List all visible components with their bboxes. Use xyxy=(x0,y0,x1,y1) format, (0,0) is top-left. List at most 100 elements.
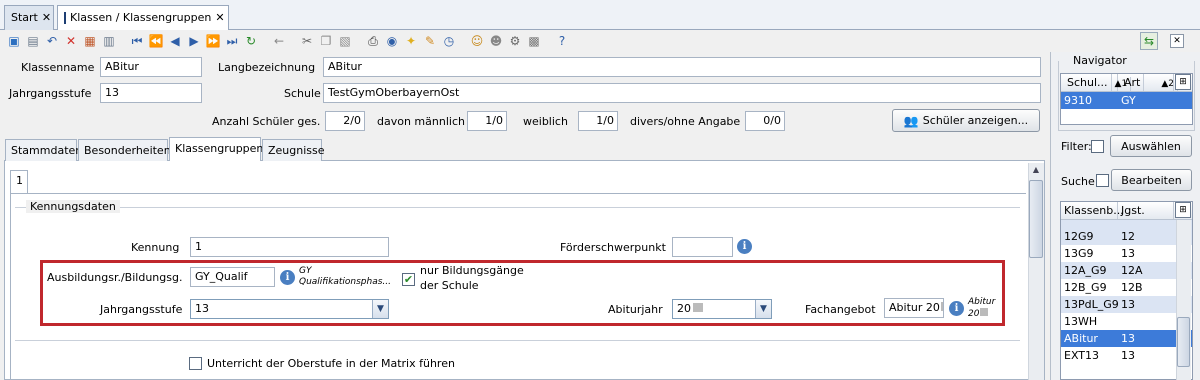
class-list-row[interactable]: 12A_G9 12A xyxy=(1061,262,1192,279)
new-icon[interactable]: ▣ xyxy=(6,33,22,49)
class-list-row[interactable]: 12B_G9 12B xyxy=(1061,279,1192,296)
tab-stammdaten[interactable]: Stammdaten xyxy=(5,139,82,161)
prev-page-icon[interactable]: ⏪ xyxy=(148,33,164,49)
next-icon[interactable]: ▶ xyxy=(186,33,202,49)
class-name: 13WH xyxy=(1064,315,1098,328)
class-list-row[interactable]: 13WH xyxy=(1061,313,1192,330)
schule-label: Schule xyxy=(284,87,321,100)
user-icon[interactable]: ☻ xyxy=(488,33,504,49)
abiturjahr-combo[interactable]: 20 ▼ xyxy=(672,299,772,319)
class-name: 12B_G9 xyxy=(1064,281,1107,294)
help-icon[interactable]: ? xyxy=(554,33,570,49)
school-row[interactable]: 9310 GY xyxy=(1061,92,1192,109)
jahrgangsstufe-field[interactable]: 13 xyxy=(100,83,202,103)
fachangebot-field[interactable]: Abitur 20 xyxy=(884,298,944,318)
maennlich-field: 1/0 xyxy=(467,111,507,131)
weiblich-field: 1/0 xyxy=(578,111,618,131)
class-name: 12G9 xyxy=(1064,230,1094,243)
divers-label: divers/ohne Angabe xyxy=(630,115,741,128)
undo-icon[interactable]: ↶ xyxy=(44,33,60,49)
tab-zeugnisse[interactable]: Zeugnisse xyxy=(262,139,325,161)
save-icon[interactable]: ▤ xyxy=(25,33,41,49)
print-icon[interactable]: ⎙ xyxy=(365,33,381,49)
schule-field[interactable]: TestGymOberbayernOst xyxy=(323,83,1041,103)
sync-icon[interactable]: ⇆ xyxy=(1140,32,1158,50)
paste-icon[interactable]: ▧ xyxy=(337,33,353,49)
col-jgst-header[interactable]: Jgst. xyxy=(1118,202,1174,219)
prev-icon[interactable]: ◀ xyxy=(167,33,183,49)
close-panel-icon[interactable]: ✕ xyxy=(1170,34,1184,48)
hint-icon[interactable]: ✦ xyxy=(403,33,419,49)
tab-klassengruppen[interactable]: Klassengruppen xyxy=(169,137,263,161)
refresh-icon[interactable]: ↻ xyxy=(243,33,259,49)
users-icon[interactable]: ☺ xyxy=(469,33,485,49)
foerderschwerpunkt-field[interactable] xyxy=(672,237,733,257)
class-list-row[interactable]: 12G9 12 xyxy=(1061,228,1192,245)
jahrgang-combo[interactable]: 13 ▼ xyxy=(190,299,389,319)
copy-record-icon[interactable]: ▥ xyxy=(101,33,117,49)
ausbildung-desc-line1: GY xyxy=(299,266,312,276)
maennlich-label: davon männlich xyxy=(377,115,465,128)
langbezeichnung-field[interactable]: ABitur xyxy=(323,57,1041,77)
tab-klassen[interactable]: Klassen / Klassengruppen ✕ xyxy=(57,5,229,31)
info-icon[interactable]: i xyxy=(280,270,295,285)
tab-klassen-label: Klassen / Klassengruppen xyxy=(70,11,212,24)
info-icon[interactable]: i xyxy=(949,301,964,316)
delete-list-icon[interactable]: ▦ xyxy=(82,33,98,49)
tab-besonderheiten[interactable]: Besonderheiten xyxy=(78,139,171,161)
next-page-icon[interactable]: ⏩ xyxy=(205,33,221,49)
class-list-row[interactable]: ABitur 13 xyxy=(1061,330,1192,347)
tools-icon[interactable]: ✎ xyxy=(422,33,438,49)
export-icon[interactable]: ▩ xyxy=(526,33,542,49)
class-list-row[interactable]: 13G9 13 xyxy=(1061,245,1192,262)
tab-start[interactable]: Start ✕ xyxy=(4,5,54,30)
clock-icon[interactable]: ◷ xyxy=(441,33,457,49)
cut-icon[interactable]: ✂ xyxy=(299,33,315,49)
auswaehlen-button[interactable]: Auswählen xyxy=(1110,135,1192,157)
matrix-checkbox[interactable] xyxy=(189,357,202,370)
langbezeichnung-label: Langbezeichnung xyxy=(218,61,316,74)
column-chooser-icon[interactable]: ⊞ xyxy=(1175,202,1191,218)
bearbeiten-button[interactable]: Bearbeiten xyxy=(1111,169,1192,191)
col-art-header[interactable]: Art ▲2 xyxy=(1118,74,1179,91)
show-students-button[interactable]: 👥 Schüler anzeigen... xyxy=(892,109,1040,132)
copy-icon[interactable]: ❐ xyxy=(318,33,334,49)
group-tab-1[interactable]: 1 xyxy=(10,170,28,194)
first-icon[interactable]: ⏮ xyxy=(129,33,145,49)
scroll-up-icon[interactable]: ▲ xyxy=(1030,165,1042,177)
filter-checkbox[interactable] xyxy=(1091,140,1104,153)
class-list-rows: 12G9 12 13G9 13 12A_G9 12A 12B_G9 12B 13PdL_G9 13… xyxy=(1061,228,1192,364)
school-nr: 9310 xyxy=(1064,94,1092,107)
col-schulnr-label: Schul... xyxy=(1064,74,1112,91)
fachangebot-desc-line1: Abitur xyxy=(968,297,996,307)
toolbar: ▣ ▤ ↶ ✕ ▦ ▥ ⏮ ⏪ ◀ ▶ ⏩ ⏭ ↻ ← ✂ ❐ ▧ ⎙ ◉ ✦ ✎ ◷ ☺ ☻ ⚙ ▩? xyxy=(0,30,1200,52)
suche-label: Suche: xyxy=(1061,175,1099,188)
info-icon[interactable]: i xyxy=(737,239,752,254)
column-chooser-icon[interactable]: ⊞ xyxy=(1175,74,1191,90)
class-list-row[interactable]: EXT13 13 xyxy=(1061,347,1192,364)
class-list-scroll-thumb[interactable] xyxy=(1177,317,1190,367)
last-icon[interactable]: ⏭ xyxy=(224,33,240,49)
chevron-down-icon[interactable]: ▼ xyxy=(755,300,771,318)
col-schulnr-header[interactable]: Schul... ▲1 xyxy=(1061,74,1132,91)
close-icon[interactable]: ✕ xyxy=(42,11,51,24)
class-list-row[interactable]: 13PdL_G9 13 xyxy=(1061,296,1192,313)
chevron-down-icon[interactable]: ▼ xyxy=(372,300,388,318)
klassenname-field[interactable]: ABitur xyxy=(100,57,202,77)
kennung-field[interactable]: 1 xyxy=(190,237,389,257)
abiturjahr-label: Abiturjahr xyxy=(608,303,663,316)
nur-bildung-checkbox[interactable]: ✔ xyxy=(402,273,415,286)
close-icon[interactable]: ✕ xyxy=(215,11,224,24)
back-arrow-icon[interactable]: ← xyxy=(271,33,287,49)
class-name: 13PdL_G9 xyxy=(1064,298,1119,311)
class-name: 13G9 xyxy=(1064,247,1094,260)
scroll-thumb[interactable] xyxy=(1029,180,1043,258)
preview-icon[interactable]: ◉ xyxy=(384,33,400,49)
fachangebot-desc-line2: 20 xyxy=(968,308,989,319)
ausbildung-field[interactable]: GY_Qualif xyxy=(190,267,275,287)
class-jgst: 13 xyxy=(1121,349,1135,362)
suche-checkbox[interactable] xyxy=(1096,174,1109,187)
settings-icon[interactable]: ⚙ xyxy=(507,33,523,49)
delete-icon[interactable]: ✕ xyxy=(63,33,79,49)
col-klassenbez-header[interactable]: Klassenb... xyxy=(1061,202,1124,219)
